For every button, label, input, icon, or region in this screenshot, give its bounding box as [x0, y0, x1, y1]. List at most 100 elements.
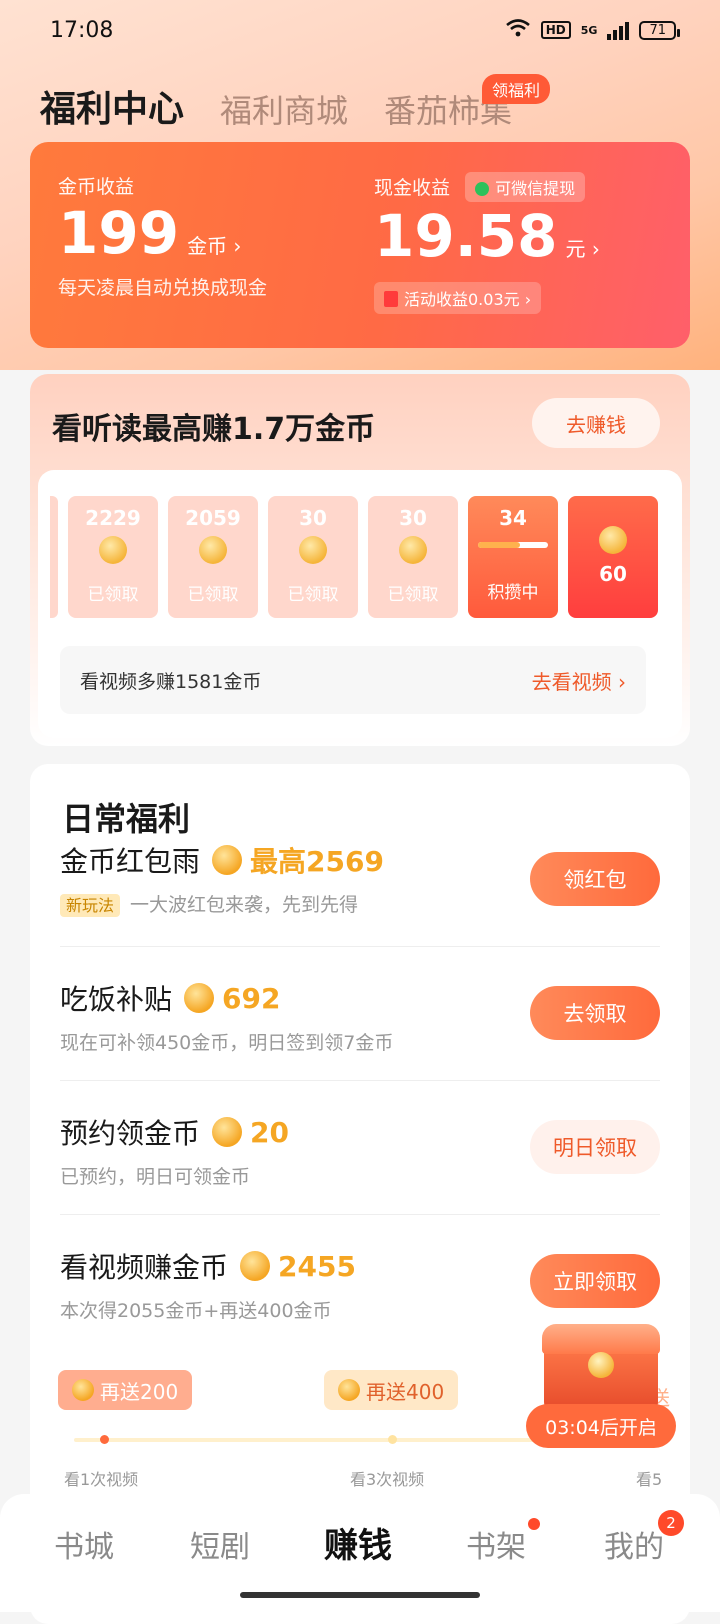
coin-icon	[99, 536, 127, 564]
coin-earnings-value: 199	[58, 199, 180, 267]
chest-lid	[542, 1324, 660, 1354]
milestone-label: 看1次视频	[64, 1470, 139, 1489]
cash-earnings-label: 现金收益	[374, 177, 451, 199]
bonus-chip-label: 再送200	[100, 1379, 179, 1404]
reward-track: 2229 已领取 2059 已领取 30 已领取 30 已领取 34 积攒中 6…	[38, 470, 682, 738]
network-label: 5G	[580, 23, 598, 37]
reward-slot-partial	[50, 496, 58, 618]
coin-earnings-unit: 金币 ›	[187, 234, 242, 258]
tab-badge: 领福利	[482, 74, 551, 104]
wechat-withdraw-pill: 可微信提现	[465, 172, 586, 202]
reward-slot-status: 积攒中	[487, 583, 539, 603]
signal-icon	[607, 20, 630, 40]
bonus-chip-label: 再送400	[366, 1379, 445, 1404]
watch-video-link[interactable]: 去看视频 ›	[532, 666, 626, 695]
nav-bookstore[interactable]: 书城	[54, 1522, 114, 1566]
status-icons: HD 5G 71	[505, 18, 680, 42]
task-name: 看视频赚金币	[60, 1251, 229, 1284]
reward-slot-red-packet[interactable]: 60	[568, 496, 658, 618]
coin-icon	[212, 1117, 243, 1147]
task-desc: 一大波红包来袭，先到先得	[130, 894, 359, 916]
watch-video-text: 看视频多赚1581金币	[80, 670, 262, 693]
reward-slot: 30 已领取	[368, 496, 458, 618]
activity-earnings-label: 活动收益0.03元 ›	[404, 290, 532, 309]
coin-icon	[399, 536, 427, 564]
home-indicator[interactable]	[240, 1592, 480, 1598]
coin-icon	[184, 983, 215, 1013]
reward-slot: 2229 已领取	[68, 496, 158, 618]
divider	[60, 1214, 660, 1215]
reward-slot-amount: 30	[399, 506, 427, 530]
coin-icon	[338, 1379, 360, 1401]
task-name: 金币红包雨	[60, 845, 201, 878]
accumulate-progress-fill	[478, 542, 520, 548]
task-value: 最高2569	[250, 845, 384, 878]
activity-earnings-pill[interactable]: 活动收益0.03元 ›	[374, 282, 542, 314]
cash-earnings-value: 19.58	[374, 202, 558, 270]
bookshelf-red-dot	[528, 1518, 540, 1530]
coin-earnings-note: 每天凌晨自动兑换成现金	[58, 277, 268, 299]
task-value: 20	[250, 1115, 289, 1149]
divider	[60, 946, 660, 947]
battery-icon: 71	[639, 20, 680, 40]
claim-red-packet-button[interactable]: 领红包	[530, 852, 660, 906]
tab-welfare-center[interactable]: 福利中心	[40, 80, 184, 132]
chest-lock	[588, 1352, 614, 1378]
bonus-chip: 再送200	[58, 1370, 193, 1410]
new-play-tag: 新玩法	[60, 894, 121, 917]
milestone-label: 看3次视频	[350, 1470, 425, 1489]
watch-card-title: 看听读最高赚1.7万金币	[52, 412, 376, 447]
task-value: 692	[222, 981, 281, 1015]
go-earn-button[interactable]: 去赚钱	[532, 398, 660, 448]
nav-earn[interactable]: 赚钱	[324, 1518, 392, 1567]
cash-earnings[interactable]: 现金收益 可微信提现 19.58 元 › 活动收益0.03元 ›	[374, 172, 600, 314]
treasure-chest-icon[interactable]	[536, 1318, 666, 1418]
wifi-icon	[505, 18, 531, 42]
earnings-card: 金币收益 199 金币 › 每天凌晨自动兑换成现金 现金收益 可微信提现 19.5…	[30, 142, 690, 348]
reward-slots: 2229 已领取 2059 已领取 30 已领取 30 已领取 34 积攒中 6…	[50, 496, 658, 618]
coin-earnings-label: 金币收益	[58, 176, 135, 198]
reward-slot-amount: 30	[299, 506, 327, 530]
reward-slot-accumulating[interactable]: 34 积攒中	[468, 496, 558, 618]
reward-slot-status: 已领取	[87, 585, 139, 605]
battery-level: 71	[649, 22, 666, 38]
top-tabs: 福利中心 福利商城 番茄柿集	[40, 80, 512, 132]
red-envelope-icon	[384, 291, 398, 307]
coin-icon	[212, 845, 243, 875]
nav-bookshelf[interactable]: 书架	[466, 1522, 526, 1566]
coin-icon	[240, 1251, 271, 1281]
wechat-withdraw-label: 可微信提现	[495, 179, 576, 198]
reward-slot-status: 已领取	[187, 585, 239, 605]
claim-now-button[interactable]: 立即领取	[530, 1254, 660, 1308]
claim-tomorrow-button[interactable]: 明日领取	[530, 1120, 660, 1174]
task-value: 2455	[278, 1249, 356, 1283]
cash-earnings-unit: 元 ›	[565, 237, 600, 261]
reward-slot: 30 已领取	[268, 496, 358, 618]
status-time: 17:08	[50, 18, 114, 43]
progress-dot	[388, 1435, 397, 1444]
reward-slot-status: 已领取	[387, 585, 439, 605]
claim-meal-subsidy-button[interactable]: 去领取	[530, 986, 660, 1040]
coin-icon	[199, 536, 227, 564]
daily-welfare-title: 日常福利	[62, 800, 191, 838]
reward-slot-amount: 2059	[185, 506, 241, 530]
divider	[60, 1080, 660, 1081]
progress-dot-active	[100, 1435, 109, 1444]
bonus-chip: 再送400	[324, 1370, 459, 1410]
wechat-icon	[475, 182, 490, 196]
nav-mine[interactable]: 我的	[604, 1522, 664, 1566]
reward-slot-amount: 34	[499, 506, 527, 530]
reward-slot-amount: 60	[599, 562, 627, 586]
nav-short-drama[interactable]: 短剧	[190, 1522, 250, 1566]
task-name: 吃饭补贴	[60, 983, 173, 1016]
reward-slot-status: 已领取	[287, 585, 339, 605]
reward-slot-amount: 2229	[85, 506, 141, 530]
tab-welfare-mall[interactable]: 福利商城	[220, 86, 348, 132]
mine-badge: 2	[658, 1510, 684, 1536]
chest-timer[interactable]: 03:04后开启	[526, 1404, 676, 1448]
watch-video-row[interactable]: 看视频多赚1581金币 去看视频 ›	[60, 646, 646, 714]
accumulate-progress	[478, 542, 548, 548]
task-name: 预约领金币	[60, 1117, 201, 1150]
coin-icon	[299, 536, 327, 564]
coin-earnings[interactable]: 金币收益 199 金币 › 每天凌晨自动兑换成现金	[58, 172, 267, 300]
